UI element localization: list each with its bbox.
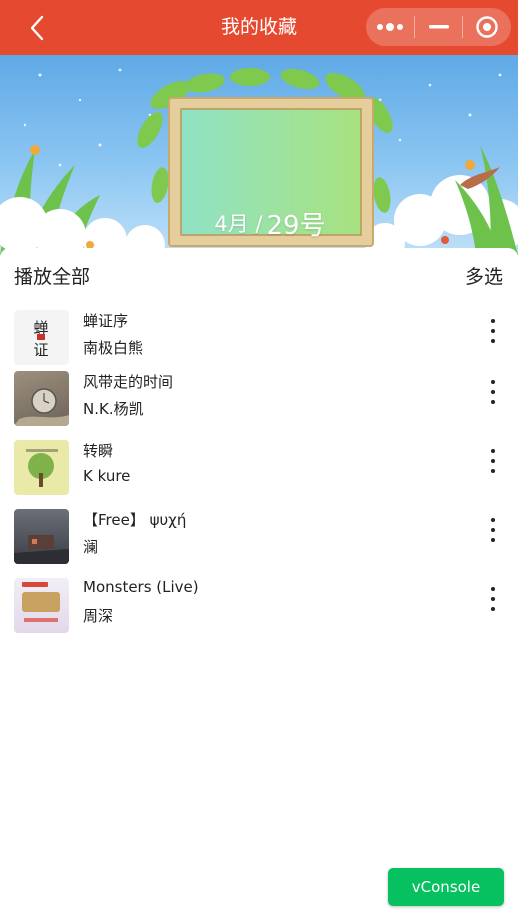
song-artist: 澜 [83, 538, 99, 556]
song-cover [14, 578, 69, 633]
song-title: 【Free】 ψυχή [83, 511, 187, 529]
nav-bar: 我的收藏 [0, 0, 518, 55]
more-button[interactable] [366, 8, 414, 46]
song-title: 转瞬 [83, 442, 114, 460]
date-day: 29号 [266, 210, 326, 241]
cover-stormy-house [14, 535, 69, 564]
more-vertical-icon[interactable] [481, 518, 505, 542]
more-vertical-icon[interactable] [481, 380, 505, 404]
song-row[interactable]: Monsters (Live) 周深 [0, 578, 518, 647]
song-cover: 蝉 证 [14, 310, 69, 365]
back-button[interactable] [22, 13, 52, 43]
cover-tree [26, 449, 58, 487]
multi-select-button[interactable]: 多选 [465, 262, 503, 289]
mini-program-capsule [366, 8, 511, 46]
more-dots-icon [376, 23, 403, 31]
song-title: 风带走的时间 [83, 373, 174, 391]
song-title: Monsters (Live) [83, 578, 199, 596]
song-row[interactable]: 转瞬 K kure [0, 440, 518, 509]
svg-text:证: 证 [33, 341, 48, 359]
song-row[interactable]: 蝉 证 蝉证序 南极白熊 [0, 310, 518, 379]
cover-show-poster [22, 582, 60, 622]
more-vertical-icon[interactable] [481, 587, 505, 611]
song-artist: K kure [83, 467, 131, 485]
song-cover [14, 509, 69, 564]
song-artist: 南极白熊 [83, 339, 144, 357]
play-all-button[interactable]: 播放全部 [14, 262, 90, 289]
cover-pocket-watch [14, 388, 69, 426]
date-month: 4月 / [214, 212, 263, 236]
target-circle-icon [476, 16, 498, 38]
banner-date: 4月 / 29号 [180, 165, 360, 255]
vconsole-button[interactable]: vConsole [388, 868, 504, 906]
chevron-left-icon [30, 15, 44, 41]
cover-calligraphy: 蝉 证 [33, 319, 48, 359]
song-row[interactable]: 风带走的时间 N.K.杨凯 [0, 371, 518, 440]
song-cover [14, 440, 69, 495]
song-row[interactable]: 【Free】 ψυχή 澜 [0, 509, 518, 578]
banner-image: 4月 / 29号 [0, 55, 518, 255]
song-title: 蝉证序 [83, 312, 129, 330]
close-button[interactable] [463, 8, 511, 46]
minimize-button[interactable] [415, 8, 463, 46]
song-cover [14, 371, 69, 426]
more-vertical-icon[interactable] [481, 319, 505, 343]
more-vertical-icon[interactable] [481, 449, 505, 473]
song-artist: 周深 [83, 607, 114, 625]
minimize-icon [428, 25, 449, 29]
song-artist: N.K.杨凯 [83, 400, 144, 418]
